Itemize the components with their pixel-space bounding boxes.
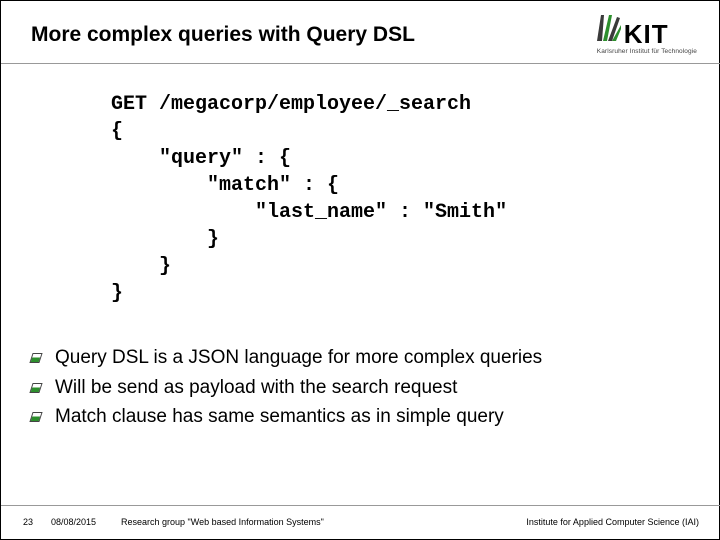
code-line: } bbox=[111, 255, 171, 278]
footer-divider bbox=[1, 505, 720, 506]
kit-logo: KIT Karlsruher Institut für Technologie bbox=[597, 15, 697, 55]
bullet-text: Match clause has same semantics as in si… bbox=[55, 404, 504, 430]
code-line: { bbox=[111, 120, 123, 143]
list-item: Match clause has same semantics as in si… bbox=[31, 404, 689, 430]
list-item: Will be send as payload with the search … bbox=[31, 375, 689, 401]
slide-footer: 23 08/08/2015 Research group "Web based … bbox=[1, 505, 720, 539]
code-line: } bbox=[111, 282, 123, 305]
slide-header: More complex queries with Query DSL KIT … bbox=[1, 1, 719, 71]
code-example: GET /megacorp/employee/_search { "query"… bbox=[111, 91, 719, 307]
footer-date: 08/08/2015 bbox=[51, 517, 121, 527]
footer-institute: Institute for Applied Computer Science (… bbox=[526, 517, 699, 527]
bullet-text: Will be send as payload with the search … bbox=[55, 375, 457, 401]
kit-logo-fan-icon bbox=[597, 15, 621, 46]
bullet-list: Query DSL is a JSON language for more co… bbox=[31, 345, 689, 430]
code-line: "last_name" : "Smith" bbox=[111, 201, 507, 224]
bullet-text: Query DSL is a JSON language for more co… bbox=[55, 345, 542, 371]
bullet-icon bbox=[29, 353, 42, 363]
kit-logo-subtitle: Karlsruher Institut für Technologie bbox=[597, 48, 697, 55]
page-number: 23 bbox=[23, 517, 51, 527]
code-line: } bbox=[111, 228, 219, 251]
kit-logo-mark: KIT bbox=[597, 15, 697, 46]
code-line: "match" : { bbox=[111, 174, 339, 197]
bullet-icon bbox=[29, 383, 42, 393]
bullet-icon bbox=[29, 412, 42, 422]
code-line: "query" : { bbox=[111, 147, 291, 170]
kit-logo-text: KIT bbox=[624, 23, 669, 46]
footer-research-group: Research group "Web based Information Sy… bbox=[121, 517, 526, 527]
code-line: GET /megacorp/employee/_search bbox=[111, 93, 471, 116]
slide-title: More complex queries with Query DSL bbox=[31, 23, 689, 47]
header-divider bbox=[1, 63, 720, 64]
list-item: Query DSL is a JSON language for more co… bbox=[31, 345, 689, 371]
